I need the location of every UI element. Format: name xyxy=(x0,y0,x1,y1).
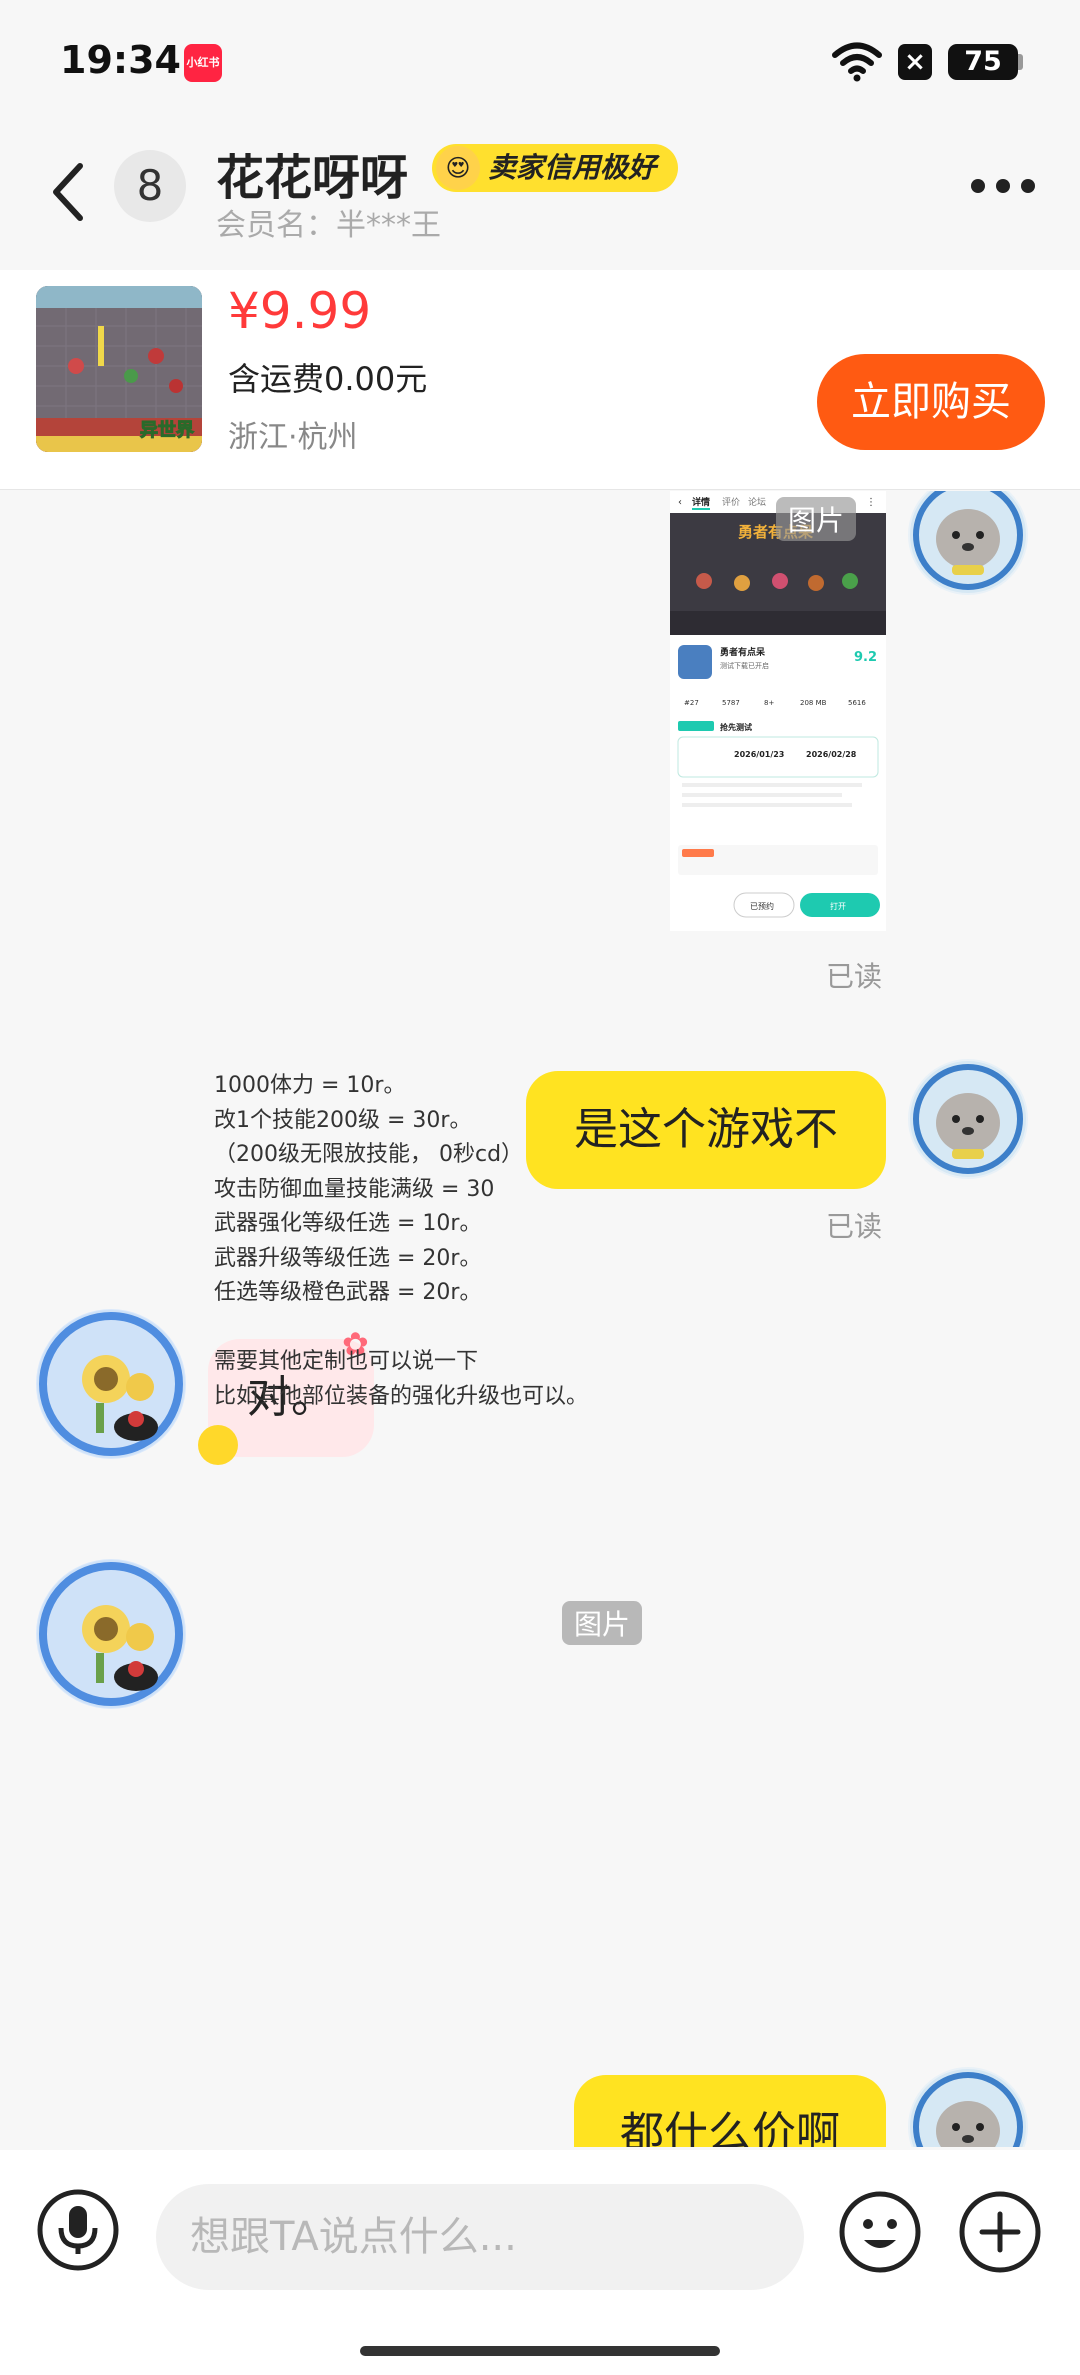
app-badge-icon: 小红书 xyxy=(184,44,222,82)
wifi-icon xyxy=(832,42,882,82)
shot-game-sub: 测试下载已开启 xyxy=(720,661,769,670)
shot-tab-forum: 论坛 xyxy=(748,496,766,508)
battery-tip xyxy=(1018,54,1023,70)
product-image-caption: 异世界 xyxy=(140,420,194,441)
microphone-icon[interactable] xyxy=(36,2188,120,2272)
home-indicator xyxy=(360,2346,720,2356)
status-time: 19:34 xyxy=(60,38,181,82)
game-detail-screenshot: ‹ 详情 评价 论坛 ⋮ 勇者有点呆 勇者有点呆 测试下载已开启 9.2 #27… xyxy=(670,491,886,931)
chick-sticker-icon xyxy=(198,1425,238,1465)
shot-test-end: 2026/02/28 xyxy=(806,750,857,759)
buy-now-button[interactable]: 立即购买 xyxy=(817,354,1045,450)
seller-avatar-art xyxy=(37,1560,185,1708)
read-status: 已读 xyxy=(826,960,883,993)
battery-icon: 75 xyxy=(948,44,1018,80)
seller-avatar-art xyxy=(37,1310,185,1458)
image-tag: 图片 xyxy=(776,497,857,541)
image-tag: 图片 xyxy=(562,1601,643,1645)
more-icon[interactable] xyxy=(970,178,1036,194)
seller-name[interactable]: 花花呀呀 xyxy=(216,138,408,208)
message-image-text[interactable]: 1000体力 = 10r。改1个技能200级 = 30r。 （200级无限放技能，… xyxy=(214,1069,588,1414)
message-image[interactable]: ‹ 详情 评价 论坛 ⋮ 勇者有点呆 勇者有点呆 测试下载已开启 9.2 #27… xyxy=(670,491,886,931)
product-shipping: 含运费0.00元 xyxy=(228,360,428,398)
shot-open: 打开 xyxy=(830,901,846,911)
product-location: 浙江·杭州 xyxy=(228,420,358,455)
price-list-line: 任选等级橙色武器 = 20r。 xyxy=(214,1280,482,1305)
read-status: 已读 xyxy=(826,1210,883,1243)
shot-stat-1: #27 xyxy=(684,699,699,707)
credit-badge[interactable]: 😍 卖家信用极好 xyxy=(432,144,679,192)
seller-avatar[interactable] xyxy=(36,1309,186,1459)
shot-stat-4: 208 MB xyxy=(800,699,827,707)
credit-badge-label: 卖家信用极好 xyxy=(488,151,657,184)
price-list-line: 攻击防御血量技能满级 = 30 xyxy=(214,1176,495,1202)
input-bar xyxy=(0,2150,1080,2375)
unread-count-badge[interactable]: 8 xyxy=(114,150,186,222)
product-thumbnail-art: 异世界 xyxy=(36,286,202,452)
price-list-line xyxy=(214,1311,588,1346)
price-list-line: 比如其他部位装备的强化升级也可以。 xyxy=(214,1383,589,1409)
svg-text:‹: ‹ xyxy=(678,497,682,508)
price-list-line: 需要其他定制也可以说一下 xyxy=(214,1349,479,1374)
shot-reserved: 已预约 xyxy=(750,901,774,911)
seal-avatar-art xyxy=(910,491,1026,593)
my-message-bubble[interactable]: 都什么价啊 xyxy=(574,2075,886,2147)
price-list-line: 武器升级等级任选 = 20r。 xyxy=(214,1245,482,1271)
shot-stat-3: 8+ xyxy=(764,699,774,707)
my-avatar[interactable] xyxy=(908,2067,1028,2147)
price-list-line: 改1个技能200级 = 30r。 xyxy=(214,1107,472,1133)
heart-eyes-icon: 😍 xyxy=(436,146,480,190)
price-list-line: 1000体力 = 10r。 xyxy=(214,1073,406,1098)
plus-icon[interactable] xyxy=(958,2190,1042,2274)
emoji-icon[interactable] xyxy=(838,2190,922,2274)
seal-avatar-art xyxy=(910,1061,1026,1177)
price-list-line: 武器强化等级任选 = 10r。 xyxy=(214,1211,482,1236)
seller-avatar[interactable] xyxy=(36,1559,186,1709)
member-name: 会员名：半***王 xyxy=(216,208,441,243)
shot-test-start: 2026/01/23 xyxy=(734,750,784,759)
back-icon[interactable] xyxy=(48,160,88,224)
status-bar: 19:34 小红书 × 75 xyxy=(0,0,1080,120)
shot-rating: 9.2 xyxy=(854,650,877,665)
my-avatar[interactable] xyxy=(908,491,1028,595)
my-avatar[interactable] xyxy=(908,1059,1028,1179)
price-list-line: （200级无限放技能， 0秒cd） xyxy=(214,1142,524,1167)
product-price: ¥9.99 xyxy=(228,282,372,340)
product-image[interactable]: 异世界 xyxy=(36,286,202,452)
chat-area[interactable]: ‹ 详情 评价 论坛 ⋮ 勇者有点呆 勇者有点呆 测试下载已开启 9.2 #27… xyxy=(0,491,1080,2147)
svg-text:⋮: ⋮ xyxy=(866,497,876,508)
chat-header: 8 花花呀呀 😍 卖家信用极好 会员名：半***王 xyxy=(0,130,1080,250)
shot-test-title: 抢先测试 xyxy=(720,722,752,732)
shot-tab-detail: 详情 xyxy=(692,496,710,508)
message-input[interactable] xyxy=(156,2184,804,2290)
shot-tab-review: 评价 xyxy=(722,497,740,508)
seal-avatar-art xyxy=(910,2069,1026,2147)
product-card[interactable]: 异世界 ¥9.99 含运费0.00元 浙江·杭州 立即购买 xyxy=(0,270,1080,490)
close-box-icon: × xyxy=(898,44,932,80)
shot-stat-2: 5787 xyxy=(722,699,740,707)
shot-stat-5: 5616 xyxy=(848,699,866,707)
shot-game-name: 勇者有点呆 xyxy=(720,646,766,658)
